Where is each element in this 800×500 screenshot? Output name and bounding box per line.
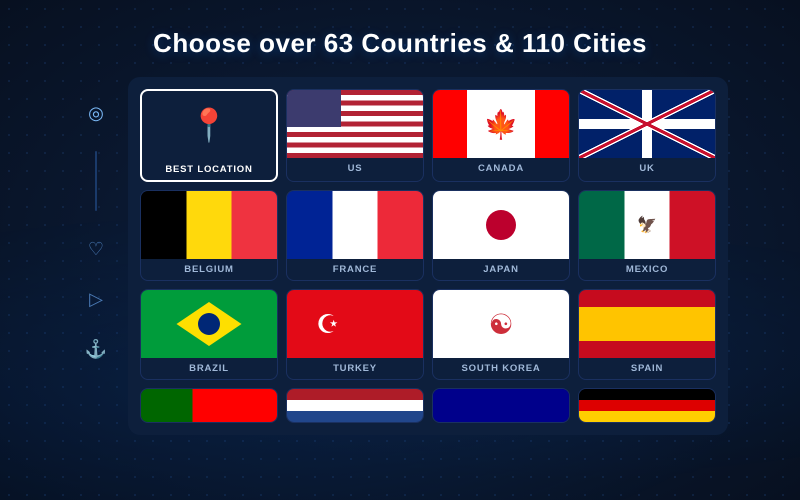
france-flag-graphic xyxy=(287,191,423,259)
flag-belgium xyxy=(141,191,277,259)
card-japan[interactable]: JAPAN xyxy=(432,190,570,281)
card-france[interactable]: FRANCE xyxy=(286,190,424,281)
portugal-flag-graphic xyxy=(141,389,277,422)
card-japan-label: JAPAN xyxy=(479,259,523,280)
card-uk[interactable]: UK xyxy=(578,89,716,182)
card-spain[interactable]: SPAIN xyxy=(578,289,716,380)
flag-uk xyxy=(579,90,715,158)
canada-flag-graphic xyxy=(433,90,569,158)
country-grid: 📍 BEST LOCATION US CANADA UK xyxy=(140,89,716,423)
card-mexico-label: MEXICO xyxy=(622,259,672,280)
card-australia[interactable] xyxy=(432,388,570,423)
card-belgium-label: BELGIUM xyxy=(180,259,237,280)
mexico-flag-graphic xyxy=(579,191,715,259)
card-us-label: US xyxy=(344,158,367,179)
card-canada[interactable]: CANADA xyxy=(432,89,570,182)
card-us[interactable]: US xyxy=(286,89,424,182)
card-portugal[interactable] xyxy=(140,388,278,423)
sidebar: ◎ ♡ ▷ ⚓ xyxy=(72,87,120,375)
anchor-icon[interactable]: ⚓ xyxy=(80,333,112,365)
card-turkey-label: TURKEY xyxy=(329,358,381,379)
card-spain-label: SPAIN xyxy=(627,358,667,379)
main-content: ◎ ♡ ▷ ⚓ 📍 BEST LOCATION US CANAD xyxy=(0,77,800,435)
card-germany[interactable] xyxy=(578,388,716,423)
australia-flag-graphic xyxy=(433,389,569,422)
card-south-korea[interactable]: SOUTH KOREA xyxy=(432,289,570,380)
flag-mexico xyxy=(579,191,715,259)
compass-icon[interactable]: ◎ xyxy=(80,97,112,129)
card-brazil-label: BRAZIL xyxy=(185,358,233,379)
page-header: Choose over 63 Countries & 110 Cities xyxy=(0,0,800,77)
belgium-flag-graphic xyxy=(141,191,277,259)
play-icon[interactable]: ▷ xyxy=(80,283,112,315)
best-location-label: BEST LOCATION xyxy=(161,159,256,180)
card-belgium[interactable]: BELGIUM xyxy=(140,190,278,281)
card-canada-label: CANADA xyxy=(474,158,528,179)
flag-turkey xyxy=(287,290,423,358)
flag-japan xyxy=(433,191,569,259)
brazil-flag-graphic xyxy=(141,290,277,358)
uk-flag-graphic xyxy=(579,90,715,158)
flag-southkorea xyxy=(433,290,569,358)
flag-spain xyxy=(579,290,715,358)
turkey-flag-graphic xyxy=(287,290,423,358)
spain-flag-graphic xyxy=(579,290,715,358)
flag-us xyxy=(287,90,423,158)
flag-canada xyxy=(433,90,569,158)
flag-brazil xyxy=(141,290,277,358)
card-south-korea-label: SOUTH KOREA xyxy=(458,358,545,379)
card-france-label: FRANCE xyxy=(329,259,381,280)
card-mexico[interactable]: MEXICO xyxy=(578,190,716,281)
sidebar-divider xyxy=(95,151,97,211)
card-netherlands[interactable] xyxy=(286,388,424,423)
heart-icon[interactable]: ♡ xyxy=(80,233,112,265)
card-best-location[interactable]: 📍 BEST LOCATION xyxy=(140,89,278,182)
southkorea-flag-graphic xyxy=(433,290,569,358)
card-turkey[interactable]: TURKEY xyxy=(286,289,424,380)
us-flag-graphic xyxy=(287,90,423,158)
flag-france xyxy=(287,191,423,259)
netherlands-flag-graphic xyxy=(287,389,423,422)
japan-flag-graphic xyxy=(433,191,569,259)
germany-flag-graphic xyxy=(579,389,715,422)
card-uk-label: UK xyxy=(635,158,658,179)
location-pin-icon: 📍 xyxy=(142,91,276,159)
card-brazil[interactable]: BRAZIL xyxy=(140,289,278,380)
page-title: Choose over 63 Countries & 110 Cities xyxy=(20,28,780,59)
country-grid-panel: 📍 BEST LOCATION US CANADA UK xyxy=(128,77,728,435)
